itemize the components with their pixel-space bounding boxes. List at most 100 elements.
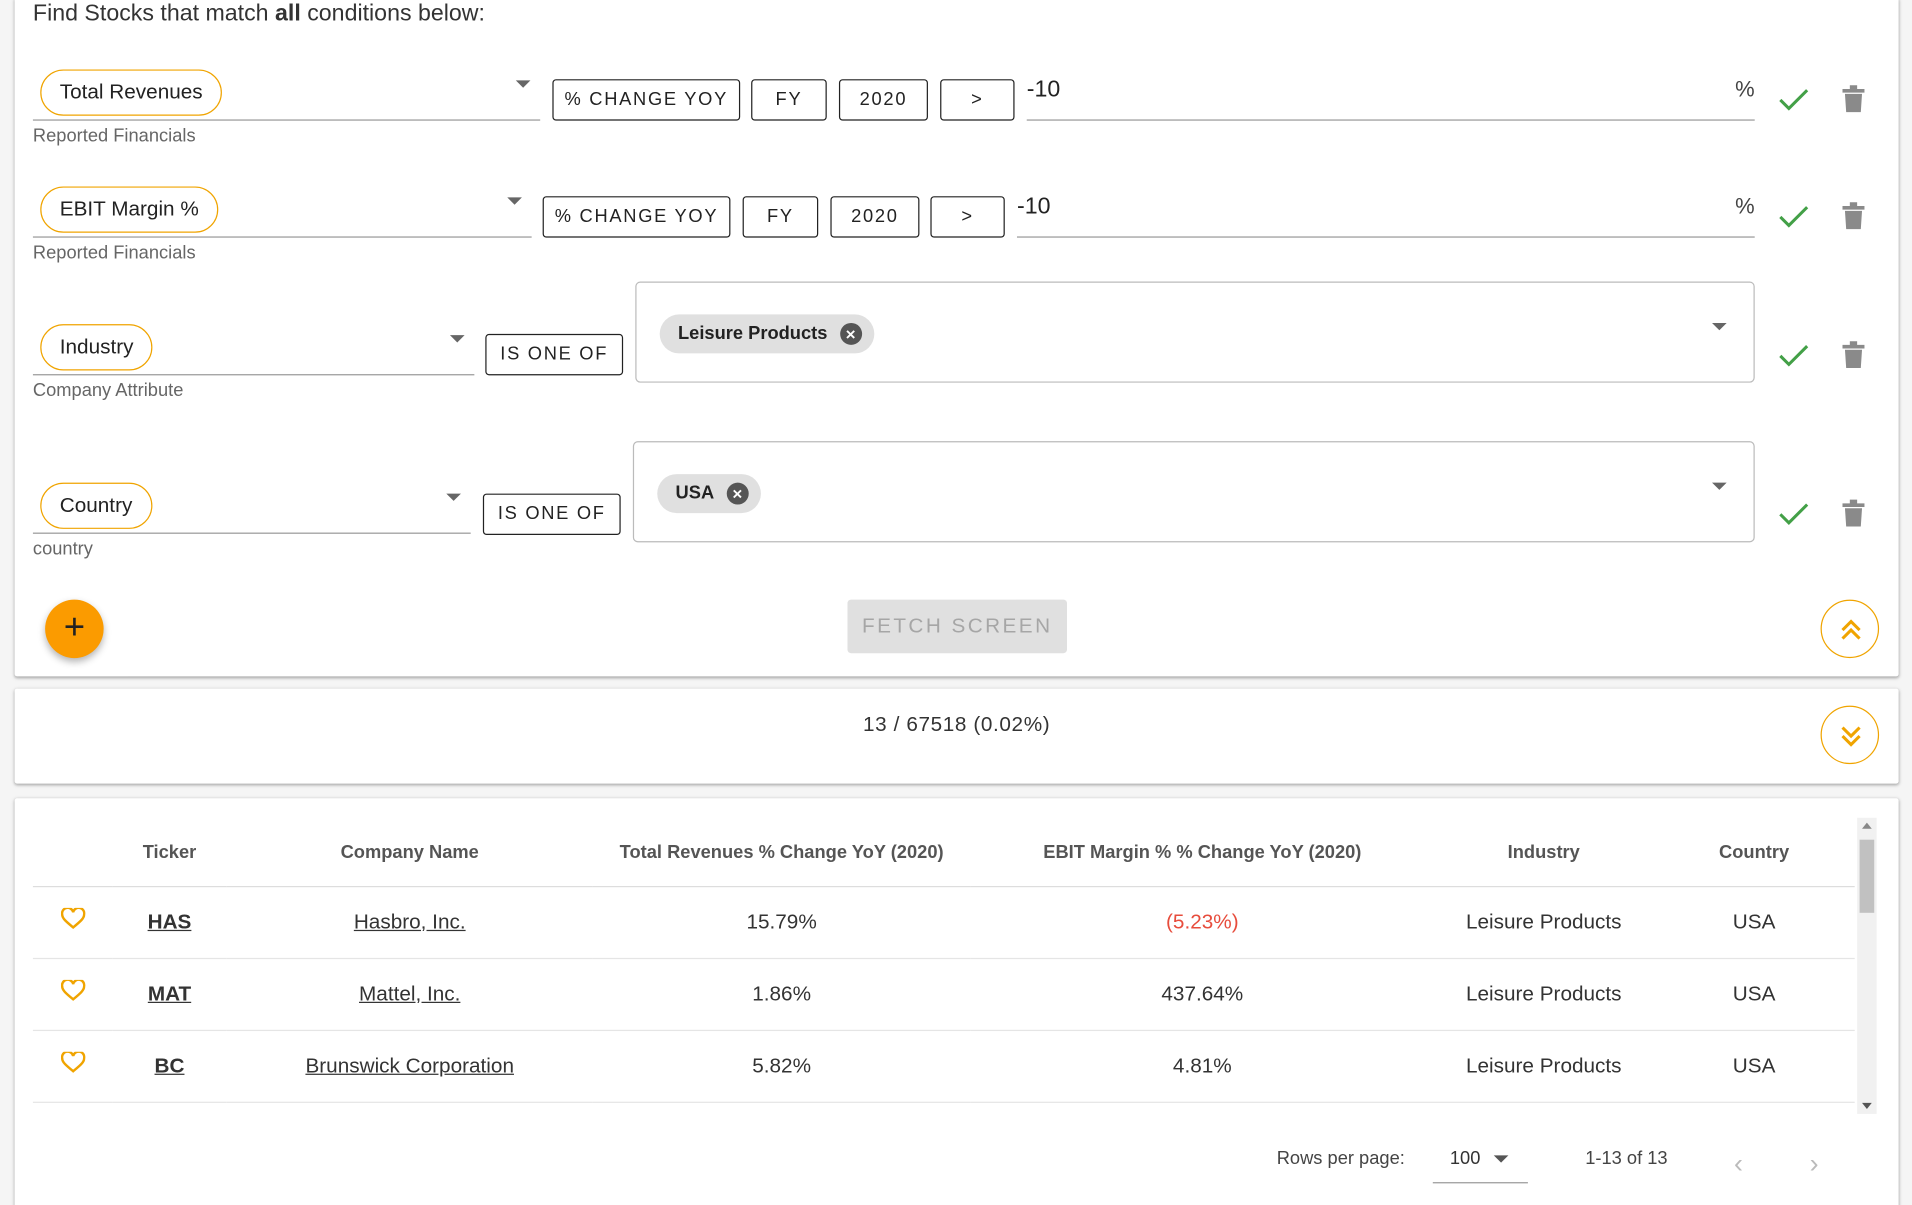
revenue-change-cell: 1.86% [592, 957, 971, 1031]
favorite-cell[interactable] [32, 957, 113, 1031]
ticker-cell[interactable]: BC [112, 1029, 227, 1103]
operator-button[interactable]: IS ONE OF [482, 493, 621, 536]
scroll-up-icon[interactable] [1862, 822, 1872, 829]
ticker-link[interactable]: BC [155, 1054, 185, 1077]
ebit-change-cell: 4.81% [970, 1029, 1435, 1103]
add-condition-button[interactable]: + [45, 599, 104, 659]
close-icon[interactable]: × [726, 482, 749, 505]
chevron-down-icon [446, 493, 461, 501]
year-button[interactable]: 2020 [830, 196, 920, 238]
metric-select-country[interactable]: Country [32, 475, 471, 534]
operator-button[interactable]: > [940, 79, 1015, 121]
trash-icon[interactable] [1841, 498, 1865, 527]
threshold-unit: % [1735, 193, 1755, 219]
results-summary-panel: 13 / 67518 (0.02%) [14, 688, 1899, 784]
trash-icon[interactable] [1841, 201, 1865, 230]
favorite-cell[interactable] [32, 885, 113, 959]
company-link[interactable]: Mattel, Inc. [359, 982, 460, 1005]
selected-tag-chip: USA × [657, 474, 761, 514]
close-icon[interactable]: × [839, 322, 862, 345]
col-header-country[interactable]: Country [1653, 818, 1855, 887]
check-icon[interactable] [1778, 342, 1810, 369]
screen-heading: Find Stocks that match all conditions be… [33, 1, 485, 28]
heart-icon[interactable] [60, 978, 85, 1002]
company-cell[interactable]: Hasbro, Inc. [226, 885, 593, 959]
industry-cell: Leisure Products [1434, 957, 1654, 1031]
threshold-input[interactable]: -10 % [1016, 193, 1755, 238]
operator-button[interactable]: IS ONE OF [485, 333, 624, 376]
metric-select-ebit-margin[interactable]: EBIT Margin % [32, 179, 532, 238]
col-header-ticker[interactable]: Ticker [112, 818, 227, 887]
double-chevron-up-icon [1841, 619, 1861, 640]
company-link[interactable]: Brunswick Corporation [305, 1054, 514, 1077]
chevron-down-icon [515, 80, 531, 88]
heart-icon[interactable] [60, 906, 85, 930]
scrollbar-thumb[interactable] [1859, 839, 1875, 913]
period-button[interactable]: FY [751, 79, 827, 121]
chevron-down-icon[interactable] [1712, 482, 1727, 490]
ticker-link[interactable]: MAT [148, 982, 191, 1005]
pagination-range: 1-13 of 13 [1585, 1148, 1668, 1169]
metric-select-industry[interactable]: Industry [32, 317, 475, 376]
metric-select-total-revenues[interactable]: Total Revenues [32, 62, 541, 121]
country-cell: USA [1653, 885, 1855, 959]
rows-per-page-select[interactable]: 100 [1432, 1137, 1528, 1184]
check-icon[interactable] [1778, 501, 1810, 528]
ebit-change-cell: (5.23%) [970, 885, 1435, 959]
heart-icon[interactable] [60, 1050, 85, 1074]
col-header-industry[interactable]: Industry [1434, 818, 1654, 887]
year-button[interactable]: 2020 [838, 79, 928, 121]
chevron-down-icon[interactable] [1712, 322, 1727, 331]
heading-prefix: Find Stocks that match [32, 1, 276, 27]
next-page-button[interactable]: › [1810, 1148, 1819, 1180]
favorite-cell[interactable] [32, 1029, 113, 1103]
country-cell: USA [1653, 957, 1855, 1031]
results-table-panel: Ticker Company Name Total Revenues % Cha… [14, 798, 1899, 1205]
trash-icon[interactable] [1841, 340, 1865, 369]
threshold-value: -10 [1016, 193, 1051, 220]
threshold-value: -10 [1026, 76, 1061, 103]
expand-button[interactable] [1820, 705, 1880, 765]
selected-tag-chip: Leisure Products × [659, 314, 874, 354]
heading-suffix: conditions below: [300, 1, 485, 27]
check-icon[interactable] [1778, 204, 1810, 231]
industry-cell: Leisure Products [1434, 885, 1654, 959]
table-row: MAT Mattel, Inc. 1.86% 437.64% Leisure P… [32, 957, 1855, 1031]
tag-label: Leisure Products [677, 322, 828, 344]
industry-multiselect[interactable]: Leisure Products × [635, 281, 1755, 383]
heading-bold: all [275, 1, 301, 27]
revenue-change-cell: 5.82% [592, 1029, 971, 1103]
chevron-down-icon [449, 335, 465, 343]
col-header-revenue-change[interactable]: Total Revenues % Change YoY (2020) [592, 818, 971, 887]
ticker-cell[interactable]: MAT [112, 957, 227, 1031]
scroll-down-icon[interactable] [1862, 1102, 1872, 1110]
fetch-screen-button[interactable]: FETCH SCREEN [847, 599, 1067, 654]
company-cell[interactable]: Brunswick Corporation [226, 1029, 593, 1103]
table-row: BC Brunswick Corporation 5.82% 4.81% Lei… [32, 1029, 1855, 1103]
trash-icon[interactable] [1841, 84, 1865, 113]
threshold-input[interactable]: -10 % [1026, 76, 1755, 121]
metric-chip: Total Revenues [40, 69, 223, 116]
operator-button[interactable]: > [930, 196, 1005, 238]
col-header-company[interactable]: Company Name [226, 818, 593, 887]
metric-source-label: Company Attribute [32, 380, 184, 401]
industry-cell: Leisure Products [1434, 1029, 1654, 1103]
period-button[interactable]: FY [742, 196, 819, 238]
ticker-cell[interactable]: HAS [112, 885, 227, 959]
col-header-ebit-change[interactable]: EBIT Margin % % Change YoY (2020) [970, 818, 1435, 887]
chevron-down-icon [507, 197, 522, 205]
results-table: Ticker Company Name Total Revenues % Cha… [32, 818, 1855, 1103]
metric-source-label: country [32, 538, 93, 560]
country-multiselect[interactable]: USA × [632, 441, 1755, 543]
prev-page-button[interactable]: ‹ [1734, 1148, 1743, 1180]
check-icon[interactable] [1778, 87, 1810, 114]
revenue-change-cell: 15.79% [592, 885, 971, 959]
transform-button[interactable]: % CHANGE YOY [542, 196, 731, 238]
table-scrollbar[interactable] [1857, 817, 1877, 1114]
ticker-link[interactable]: HAS [148, 910, 192, 933]
transform-button[interactable]: % CHANGE YOY [552, 79, 741, 121]
company-cell[interactable]: Mattel, Inc. [226, 957, 593, 1031]
collapse-button[interactable] [1820, 599, 1880, 659]
ebit-change-cell: 437.64% [970, 957, 1435, 1031]
company-link[interactable]: Hasbro, Inc. [354, 910, 466, 933]
